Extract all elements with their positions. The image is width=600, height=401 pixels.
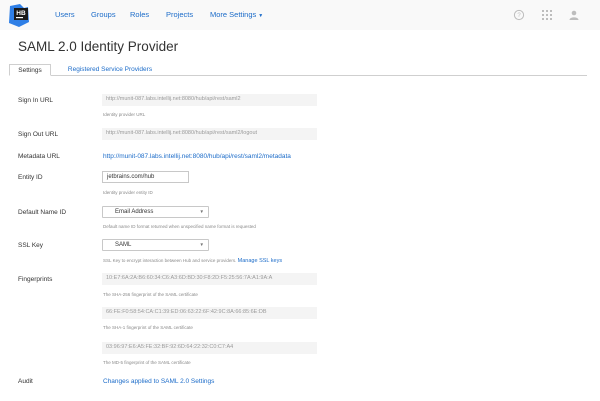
default-name-id-label: Default Name ID — [18, 209, 67, 216]
nav-groups[interactable]: Groups — [91, 10, 116, 19]
chevron-down-icon: ▼ — [199, 209, 204, 214]
md5-fingerprint-field[interactable]: 03:96:97:E6:A5:FE:32:BF:92:6D:64:22:32:C… — [102, 342, 317, 354]
default-name-id-value: Email Address — [115, 209, 154, 215]
metadata-url-label: Metadata URL — [18, 153, 60, 160]
sign-out-url-label: Sign Out URL — [18, 131, 59, 138]
audit-changes-link[interactable]: Changes applied to SAML 2.0 Settings — [103, 378, 214, 385]
hub-logo-icon[interactable]: HB — [8, 4, 30, 28]
ssl-key-hint: SSL Key to encrypt interaction between H… — [103, 258, 282, 264]
sha1-fingerprint-hint: The SHA-1 fingerprint of the SAML certif… — [103, 325, 193, 330]
user-avatar-icon[interactable] — [568, 9, 580, 21]
tab-settings[interactable]: Settings — [9, 64, 51, 76]
ssl-key-label: SSL Key — [18, 242, 44, 249]
nav-more-settings[interactable]: More Settings ▼ — [210, 10, 263, 19]
nav-users[interactable]: Users — [55, 10, 75, 19]
sha256-fingerprint-field[interactable]: 10:E7:6A:2A:B6:60:34:C6:A3:6D:BD:30:F8:2… — [102, 273, 317, 285]
nav-roles[interactable]: Roles — [130, 10, 149, 19]
sha256-fingerprint-hint: The SHA-256 fingerprint of the SAML cert… — [103, 292, 198, 297]
metadata-url-link[interactable]: http://munit-087.labs.intellij.net:8080/… — [103, 153, 291, 160]
entity-id-label: Entity ID — [18, 174, 43, 181]
tab-registered-service-providers[interactable]: Registered Service Providers — [59, 64, 161, 76]
sign-in-url-hint: Identity provider URL — [103, 112, 146, 117]
ssl-key-dropdown[interactable]: SAML ▼ — [102, 239, 209, 251]
page-title: SAML 2.0 Identity Provider — [18, 39, 179, 54]
chevron-down-icon: ▼ — [199, 242, 204, 247]
default-name-id-hint: Default name ID format returned when uns… — [103, 224, 256, 229]
ssl-key-hint-text: SSL Key to encrypt interaction between H… — [103, 258, 237, 263]
nav-projects[interactable]: Projects — [166, 10, 193, 19]
entity-id-hint: Identity provider entity ID — [103, 190, 153, 195]
ssl-key-value: SAML — [115, 242, 132, 248]
entity-id-input[interactable]: jetbrains.com/hub — [102, 171, 189, 183]
manage-ssl-keys-link[interactable]: Manage SSL keys — [238, 258, 282, 264]
sign-in-url-field[interactable]: http://munit-087.labs.intellij.net:8080/… — [102, 94, 317, 106]
logo-text: HB — [16, 10, 26, 17]
sha1-fingerprint-field[interactable]: 66:FE:F0:58:54:CA:C1:39:ED:06:63:22:6F:4… — [102, 307, 317, 319]
sign-out-url-field[interactable]: http://munit-087.labs.intellij.net:8080/… — [102, 128, 317, 140]
tab-bar: Settings Registered Service Providers — [9, 64, 587, 76]
nav-more-settings-label: More Settings — [210, 10, 257, 19]
audit-label: Audit — [18, 378, 33, 385]
top-navigation-bar: HB Users Groups Roles Projects More Sett… — [0, 0, 600, 30]
fingerprints-label: Fingerprints — [18, 276, 53, 283]
help-icon[interactable]: ? — [513, 9, 525, 21]
apps-grid-icon[interactable] — [541, 9, 553, 21]
sign-in-url-label: Sign In URL — [18, 97, 54, 104]
chevron-down-icon: ▼ — [258, 13, 264, 19]
svg-text:?: ? — [517, 13, 521, 19]
default-name-id-dropdown[interactable]: Email Address ▼ — [102, 206, 209, 218]
md5-fingerprint-hint: The MD-5 fingerprint of the SAML certifi… — [103, 360, 191, 365]
